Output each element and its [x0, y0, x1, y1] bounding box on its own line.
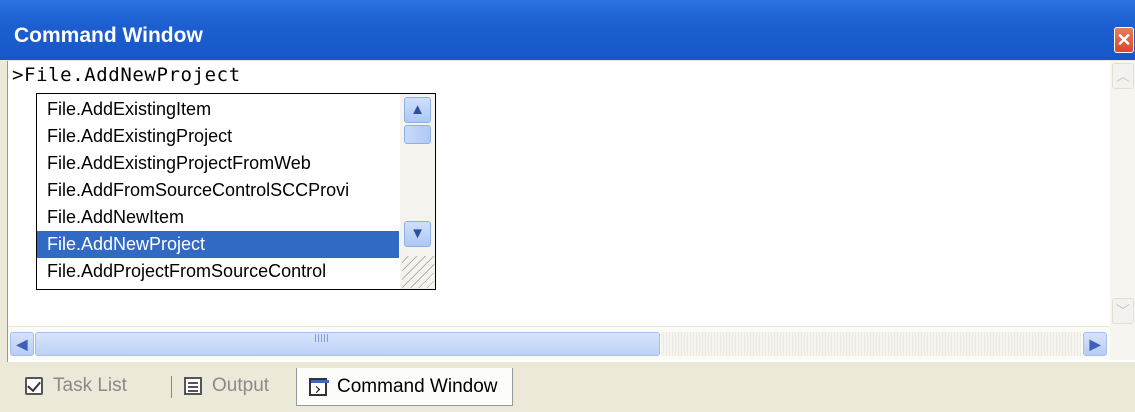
completion-item[interactable]: File.AddExistingProject — [37, 123, 399, 150]
scroll-down-button[interactable]: ﹀ — [1112, 298, 1134, 324]
resize-grip-icon[interactable] — [402, 256, 434, 288]
completion-scroll-down-button[interactable]: ▼ — [404, 221, 431, 247]
completion-item[interactable]: File.AddExistingItem — [37, 96, 399, 123]
completion-items: File.AddExistingItem File.AddExistingPro… — [37, 96, 399, 285]
completion-item-selected[interactable]: File.AddNewProject — [37, 231, 399, 258]
output-icon — [184, 377, 202, 395]
scroll-grip-icon — [315, 334, 329, 342]
completion-item[interactable]: File.AddProjectFromSourceControl — [37, 258, 399, 285]
completion-scroll-thumb[interactable] — [404, 125, 431, 144]
tasklist-icon — [25, 377, 43, 395]
vertical-scrollbar[interactable]: ︿ ﹀ — [1110, 61, 1135, 326]
completion-scroll-up-button[interactable]: ▲ — [404, 97, 431, 123]
tab-task-list[interactable]: Task List — [25, 368, 127, 404]
horizontal-scroll-thumb[interactable] — [35, 332, 660, 356]
horizontal-scrollbar[interactable]: ◀ ▶ — [8, 326, 1110, 360]
tab-strip: Task List Output Command Window — [0, 362, 1135, 412]
completion-item[interactable]: File.AddExistingProjectFromWeb — [37, 150, 399, 177]
scroll-left-button[interactable]: ◀ — [10, 332, 34, 356]
command-input[interactable]: >File.AddNewProject — [12, 64, 241, 86]
tab-label: Output — [212, 375, 270, 396]
tab-output[interactable]: Output — [184, 368, 269, 404]
scroll-up-button[interactable]: ︿ — [1112, 63, 1134, 89]
tab-separator — [171, 376, 172, 398]
completion-item[interactable]: File.AddNewItem — [37, 204, 399, 231]
close-icon: ✕ — [1116, 30, 1132, 50]
tab-label: Task List — [53, 375, 127, 396]
completion-list[interactable]: File.AddExistingItem File.AddExistingPro… — [36, 93, 436, 290]
tab-command-window[interactable]: Command Window — [296, 368, 513, 406]
completion-item[interactable]: File.AddFromSourceControlSCCProvi — [37, 177, 399, 204]
command-window: Command Window ✕ >File.AddNewProject ︿ ﹀… — [0, 0, 1135, 412]
horizontal-scroll-track[interactable] — [661, 332, 1081, 356]
scroll-corner — [1110, 326, 1135, 360]
chevron-up-icon: ︿ — [1116, 68, 1130, 84]
close-button[interactable]: ✕ — [1114, 27, 1134, 53]
window-title: Command Window — [14, 24, 203, 47]
chevron-right-icon: ▶ — [1089, 336, 1101, 352]
chevron-down-icon: ▼ — [410, 225, 425, 242]
chevron-down-icon: ﹀ — [1116, 303, 1130, 319]
chevron-up-icon: ▲ — [410, 101, 425, 118]
command-window-icon — [309, 377, 329, 396]
chevron-left-icon: ◀ — [16, 336, 28, 352]
title-bar: Command Window ✕ — [0, 0, 1135, 60]
scroll-right-button[interactable]: ▶ — [1083, 332, 1107, 356]
tab-label: Command Window — [337, 375, 498, 397]
